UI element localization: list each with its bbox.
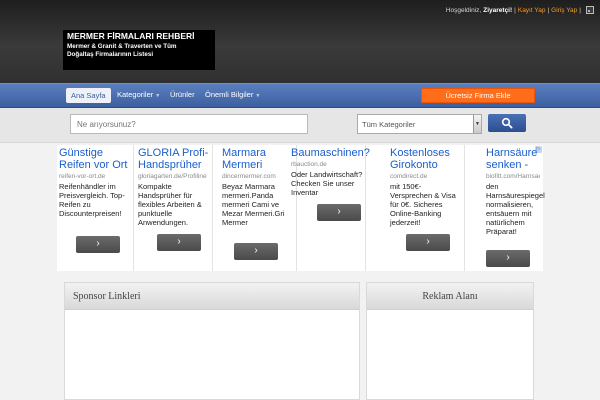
username: Ziyaretçi! — [483, 6, 513, 14]
nav-item-label: Önemli Bilgiler — [205, 90, 254, 99]
add-company-button[interactable]: Ücretsiz Firma Ekle — [421, 88, 535, 103]
search-input[interactable] — [70, 114, 308, 134]
ad-description: Beyaz Marmara mermeri.Panda mermeri Cami… — [222, 182, 285, 227]
logo-subtitle: Mermer & Granit & Traverten ve Tüm — [67, 42, 177, 50]
ad-title[interactable]: Günstige Reifen vor Ort — [59, 147, 131, 171]
nav-item-important-info[interactable]: Önemli Bilgiler ▼ — [205, 90, 260, 99]
ad-arrow-button[interactable]: › — [406, 234, 450, 251]
ad-arrow-button[interactable]: › — [76, 236, 120, 253]
category-select[interactable]: Tüm Kategoriler ▼ — [357, 114, 482, 134]
nav-item-products[interactable]: Ürünler — [170, 90, 195, 99]
ad-url[interactable]: gloriagarten.de/Profiline — [138, 173, 210, 180]
topbar: Hoşgeldiniz, Ziyaretçi! | Kayıt Yap | Gi… — [446, 4, 594, 16]
ad-description: den Harnsäurespiegel normalisieren, ents… — [486, 182, 545, 236]
chevron-down-icon: ▼ — [155, 93, 161, 99]
category-select-value: Tüm Kategoriler — [362, 120, 416, 129]
ad-unit[interactable]: Baumaschinen? rbauction.de Oder Landwirt… — [289, 145, 370, 271]
main-nav: Ana Sayfa Kategoriler ▼ Ürünler Önemli Bi… — [0, 83, 600, 108]
ad-title[interactable]: Baumaschinen? — [291, 147, 370, 159]
ad-arrow-button[interactable]: › — [486, 250, 530, 267]
ad-description: Kompakte Handsprüher für flexibles Arbei… — [138, 182, 202, 227]
site-header: Hoşgeldiniz, Ziyaretçi! | Kayıt Yap | Gi… — [0, 0, 600, 83]
ad-url[interactable]: dincermermer.com — [222, 173, 294, 180]
ad-url[interactable]: reifen-vor-ort.de — [59, 173, 131, 180]
chevron-down-icon: ▼ — [255, 93, 261, 99]
ad-unit[interactable]: Günstige Reifen vor Ort reifen-vor-ort.d… — [57, 145, 134, 271]
nav-item-categories[interactable]: Kategoriler ▼ — [117, 90, 160, 99]
rss-icon[interactable] — [586, 6, 594, 14]
ad-unit[interactable]: Kostenloses Girokonto comdirect.de mit 1… — [388, 145, 465, 271]
ad-url[interactable]: rbauction.de — [291, 161, 363, 168]
ad-arrow-button[interactable]: › — [234, 243, 278, 260]
nav-item-home[interactable]: Ana Sayfa — [66, 88, 111, 103]
chevron-down-icon[interactable]: ▼ — [473, 115, 481, 133]
ad-unit[interactable]: Marmara Mermeri dincermermer.com Beyaz M… — [220, 145, 297, 271]
ad-url[interactable]: comdirect.de — [390, 173, 462, 180]
panel-title: Reklam Alanı — [367, 283, 533, 310]
separator: | — [514, 6, 516, 14]
ad-description: Reifenhändler im Preisvergleich. Top-Rei… — [59, 182, 125, 218]
login-link[interactable]: Giriş Yap — [551, 7, 577, 14]
ad-arrow-button[interactable]: › — [317, 204, 361, 221]
site-logo[interactable]: MERMER FİRMALARI REHBERİ Mermer & Granit… — [63, 30, 215, 70]
ad-title[interactable]: Kostenloses Girokonto — [390, 147, 462, 171]
search-bar: Tüm Kategoriler ▼ — [0, 108, 600, 143]
ad-title[interactable]: GLORIA Profi-Handsprüher — [138, 147, 210, 171]
ad-arrow-button[interactable]: › — [157, 234, 201, 251]
ad-unit[interactable]: Harnsäure senken - biofitt.com/Harnsaeu.… — [484, 145, 545, 271]
separator: | — [547, 6, 550, 14]
logo-title: MERMER FİRMALARI REHBERİ — [67, 31, 195, 41]
ad-url[interactable]: biofitt.com/Harnsaeu... — [486, 173, 540, 180]
ad-area-panel: Reklam Alanı — [366, 282, 534, 400]
search-icon — [501, 117, 513, 129]
ad-description: mit 150€-Versprechen & Visa für 0€. Sich… — [390, 182, 456, 227]
ad-unit[interactable]: GLORIA Profi-Handsprüher gloriagarten.de… — [136, 145, 213, 271]
sponsor-links-panel: Sponsor Linkleri — [64, 282, 360, 400]
ad-banner: ▷ Günstige Reifen vor Ort reifen-vor-ort… — [57, 145, 545, 271]
panel-title: Sponsor Linkleri — [65, 283, 359, 310]
ad-title[interactable]: Marmara Mermeri — [222, 147, 294, 171]
logo-subtitle: Doğaltaş Firmalarının Listesi — [67, 51, 154, 58]
search-button[interactable] — [488, 114, 526, 132]
separator: | — [579, 6, 581, 14]
nav-item-label: Kategoriler — [117, 90, 154, 99]
register-link[interactable]: Kayıt Yap — [518, 7, 546, 14]
ad-description: Oder Landwirtschaft? Checken Sie unser I… — [291, 170, 363, 197]
greeting-text: Hoşgeldiniz, — [445, 6, 482, 14]
ad-title[interactable]: Harnsäure senken - — [486, 147, 540, 171]
